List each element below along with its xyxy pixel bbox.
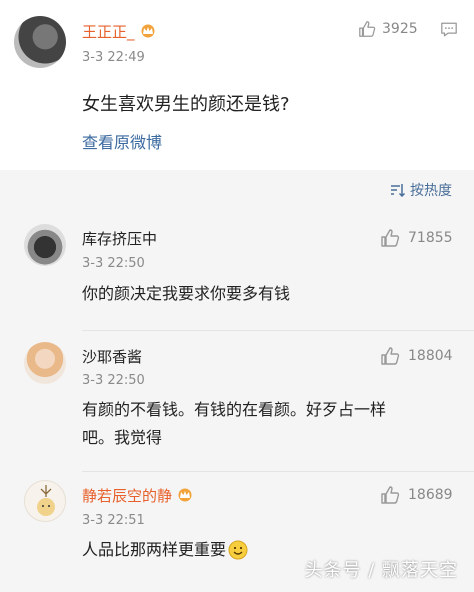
poster-username-text: 王正正_ [82, 23, 135, 41]
watermark: 头条号 / 飘落天空 [304, 560, 458, 581]
commenter-avatar[interactable] [24, 342, 66, 384]
comment-text-line: 有颜的不看钱。有钱的在看颜。好歹占一样 [82, 400, 387, 419]
commenter-avatar[interactable] [24, 224, 66, 266]
comment-like-button[interactable]: 18689 [380, 485, 453, 505]
comments-section: 按热度 库存挤压中 3-3 22:50 71855 你的颜决定我要求你要多有钱 … [0, 170, 474, 592]
crown-icon [178, 488, 192, 502]
thumb-up-icon [359, 21, 376, 37]
divider [82, 330, 474, 331]
comment-like-count: 18689 [408, 487, 453, 503]
sort-by-popularity-button[interactable]: 按热度 [390, 180, 452, 200]
view-original-link[interactable]: 查看原微博 [82, 129, 162, 153]
thumb-up-icon [381, 486, 400, 504]
thumb-up-icon [381, 347, 400, 365]
sort-icon [391, 184, 406, 197]
smile-emoji-icon [228, 540, 248, 560]
commenter-username[interactable]: 沙耶香酱 [82, 346, 142, 367]
poster-avatar[interactable] [14, 16, 66, 68]
comment-text: 有颜的不看钱。有钱的在看颜。好歹占一样 吧。我觉得 [82, 396, 452, 452]
post-like-count: 3925 [382, 21, 418, 37]
comment-text-line: 吧。我觉得 [82, 428, 163, 447]
comment-time: 3-3 22:50 [82, 373, 145, 388]
avatar-illustration [37, 485, 55, 516]
sort-label: 按热度 [410, 183, 452, 199]
thumb-up-icon [381, 229, 400, 247]
comment-text: 你的颜决定我要求你要多有钱 [82, 284, 291, 303]
comment-icon[interactable] [440, 21, 458, 38]
comment-like-button[interactable]: 18804 [380, 346, 453, 366]
commenter-username[interactable]: 库存挤压中 [82, 228, 157, 249]
commenter-username-text: 静若辰空的静 [82, 487, 173, 505]
comment-like-count: 71855 [408, 230, 453, 246]
commenter-avatar[interactable] [24, 480, 66, 522]
divider [82, 471, 474, 472]
comment-time: 3-3 22:51 [82, 513, 145, 528]
comment-time: 3-3 22:50 [82, 256, 145, 271]
post-like-button[interactable]: 3925 [358, 20, 418, 38]
crown-icon [141, 24, 155, 38]
post-text: 女生喜欢男生的颜还是钱? [82, 94, 290, 115]
post-time: 3-3 22:49 [82, 50, 145, 65]
poster-username[interactable]: 王正正_ [82, 21, 157, 42]
comment-text-body: 人品比那两样更重要 [82, 540, 227, 559]
comment-like-button[interactable]: 71855 [380, 228, 453, 248]
commenter-username[interactable]: 静若辰空的静 [82, 485, 194, 506]
original-post: 王正正_ 3-3 22:49 3925 女生喜欢男生的颜还是钱? 查看原微博 [0, 0, 474, 170]
comment-like-count: 18804 [408, 348, 453, 364]
